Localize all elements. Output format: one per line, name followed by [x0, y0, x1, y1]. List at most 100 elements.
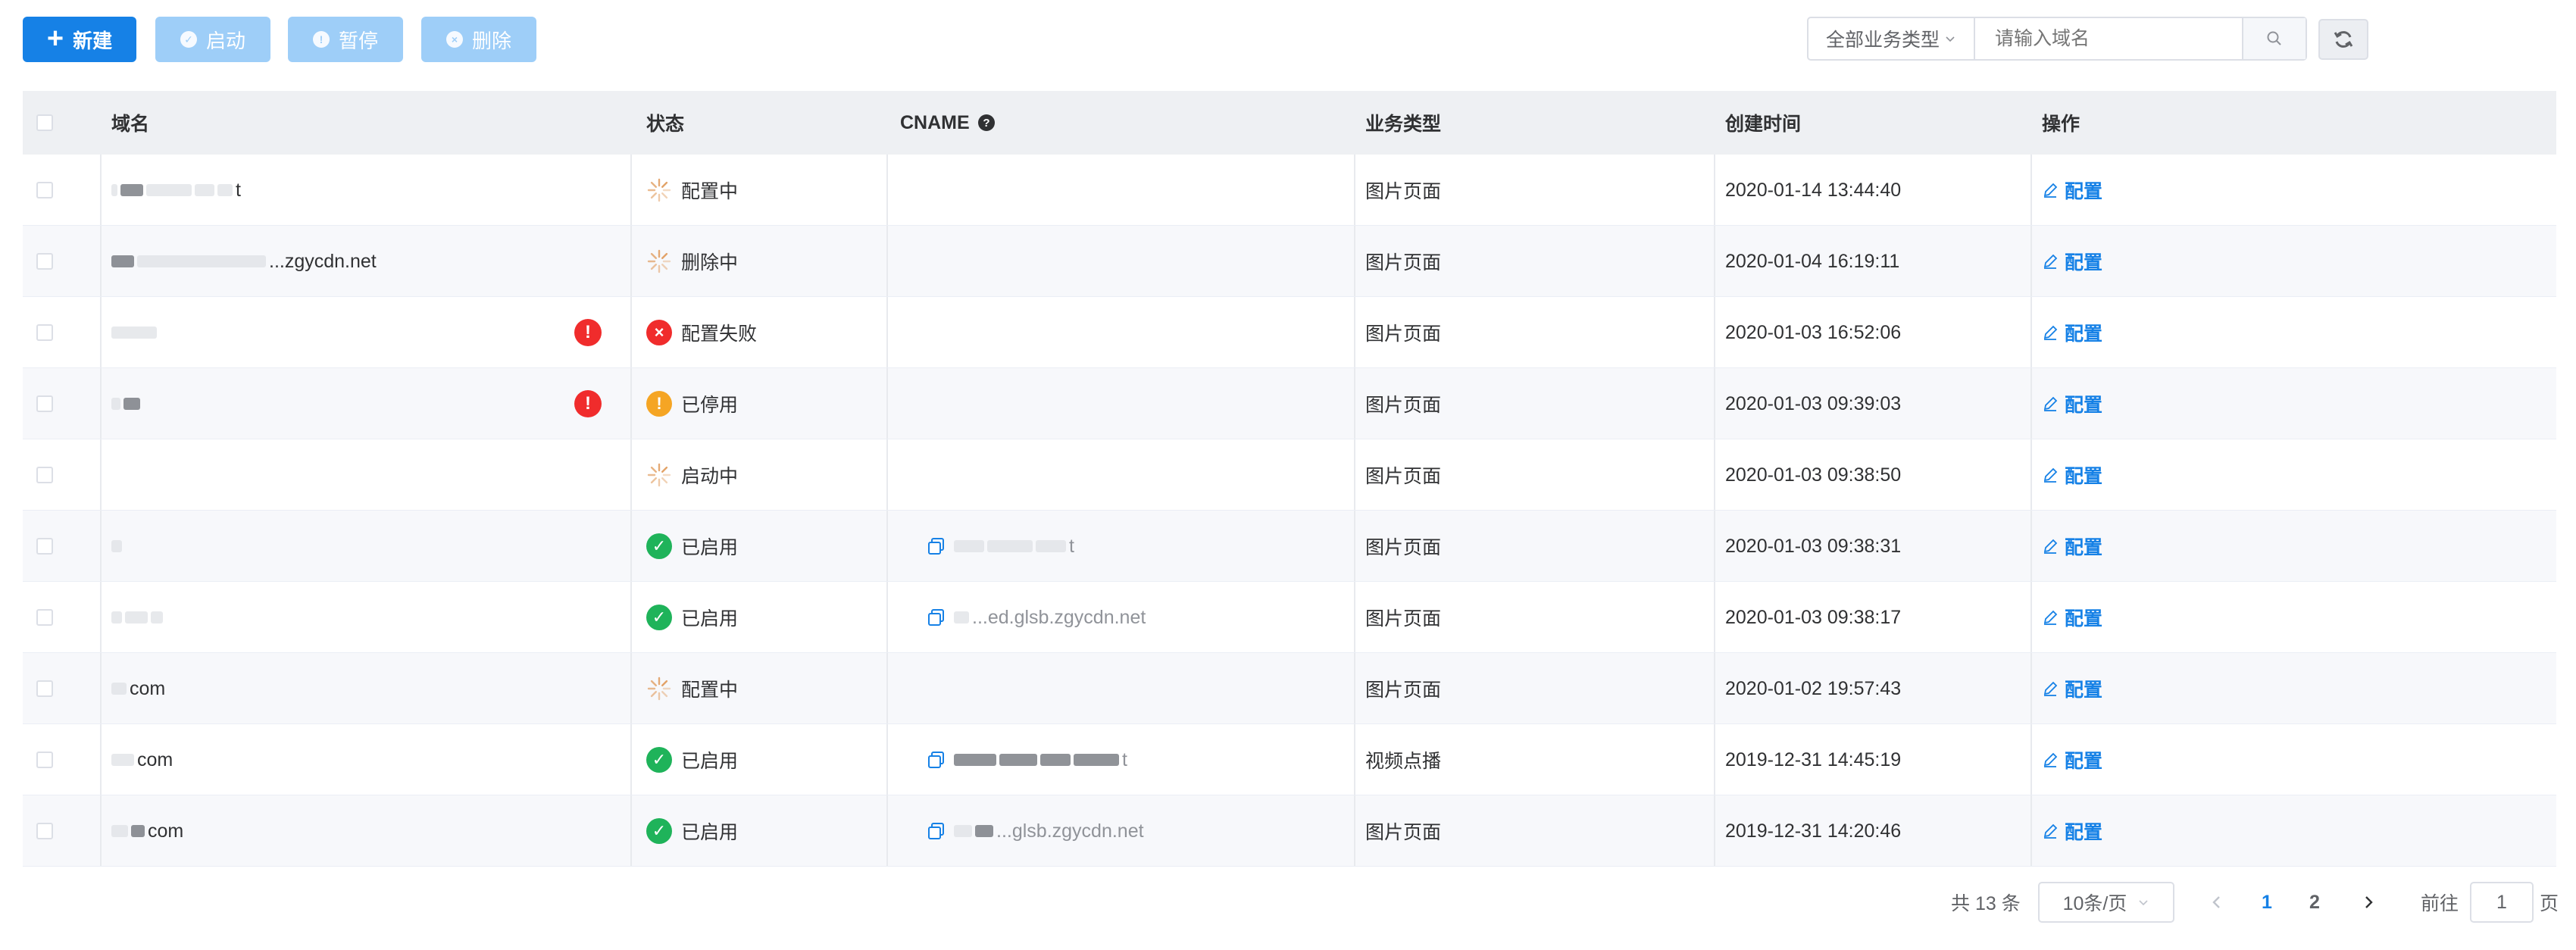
row-select-cell [36, 511, 53, 582]
column-separator [886, 439, 888, 510]
configure-link-label: 配置 [2065, 608, 2103, 630]
redacted-text [975, 825, 993, 837]
redacted-text [123, 398, 140, 410]
redacted-text [111, 825, 128, 837]
status-text: 配置失败 [681, 323, 758, 345]
created-time-cell: 2020-01-03 09:38:50 [1725, 464, 1902, 486]
redacted-text [111, 184, 117, 196]
new-button[interactable]: + 新建 [23, 17, 136, 62]
configure-link[interactable]: 配置 [2042, 177, 2102, 204]
cname-text: t [1069, 535, 1074, 557]
row-checkbox[interactable] [36, 324, 53, 341]
biz-type-select[interactable]: 全部业务类型 [1809, 18, 1975, 59]
status-text: 已启用 [681, 608, 739, 630]
row-checkbox[interactable] [36, 752, 53, 768]
prev-page-button[interactable] [2209, 882, 2225, 923]
pagination-total: 共 13 条 [1951, 893, 2021, 914]
domain-text: ...zgycdn.net [269, 250, 377, 272]
row-select-cell [36, 155, 53, 226]
configure-link[interactable]: 配置 [2042, 461, 2102, 489]
domain-text: t [236, 179, 241, 201]
domain-cell [111, 511, 125, 582]
column-separator [1354, 795, 1355, 866]
search-button[interactable] [2242, 18, 2306, 59]
configure-link[interactable]: 配置 [2042, 817, 2102, 845]
domain-cell: t [111, 155, 241, 226]
edit-icon [2043, 325, 2058, 340]
row-checkbox[interactable] [36, 395, 53, 412]
row-checkbox[interactable] [36, 538, 53, 555]
row-select-cell [36, 795, 53, 867]
column-separator [1354, 582, 1355, 652]
column-separator [1714, 155, 1715, 225]
refresh-button[interactable] [2318, 19, 2368, 60]
row-select-cell [36, 368, 53, 439]
redacted-text [1036, 540, 1066, 552]
configure-link[interactable]: 配置 [2042, 390, 2102, 417]
copy-icon[interactable] [927, 536, 946, 556]
table-row: !! 已停用 图片页面 2020-01-03 09:39:03 配置 [23, 368, 2556, 439]
biz-type-cell: 视频点播 [1365, 751, 1442, 772]
column-separator [630, 368, 632, 439]
configure-link[interactable]: 配置 [2042, 319, 2102, 346]
page-size-select[interactable]: 10条/页 [2038, 882, 2174, 923]
cname-cell: t [927, 511, 1074, 582]
action-cell: 配置 [2042, 439, 2102, 511]
goto-page-input[interactable]: 1 [2470, 882, 2534, 923]
row-checkbox[interactable] [36, 182, 53, 198]
cname-cell: ...glsb.zgycdn.net [927, 795, 1144, 867]
row-checkbox[interactable] [36, 467, 53, 483]
action-cell: 配置 [2042, 155, 2102, 226]
page-1-button[interactable]: 1 [2262, 882, 2272, 923]
row-checkbox[interactable] [36, 609, 53, 626]
copy-icon[interactable] [927, 750, 946, 770]
delete-button[interactable]: × 删除 [421, 17, 536, 62]
start-button[interactable]: ✓ 启动 [155, 17, 270, 62]
domain-search-input[interactable] [1975, 18, 2242, 59]
error-badge-icon[interactable]: ! [574, 390, 602, 417]
row-checkbox[interactable] [36, 253, 53, 270]
column-separator [100, 582, 102, 652]
column-separator [886, 226, 888, 296]
edit-icon [2043, 681, 2058, 696]
status-cell: ✓ 已启用 [646, 511, 738, 582]
status-cell: 启动中 [646, 439, 738, 511]
column-separator [100, 439, 102, 510]
cname-text: ...glsb.zgycdn.net [996, 820, 1144, 842]
header-status: 状态 [646, 114, 685, 135]
edit-icon [2043, 823, 2058, 839]
redacted-text [111, 683, 127, 695]
question-circle-icon[interactable]: ? [977, 114, 996, 132]
configure-link[interactable]: 配置 [2042, 604, 2102, 631]
row-checkbox[interactable] [36, 680, 53, 697]
column-separator [2030, 724, 2032, 795]
refresh-icon [2334, 31, 2353, 48]
edit-icon [2043, 539, 2058, 554]
configure-link[interactable]: 配置 [2042, 746, 2102, 773]
configure-link[interactable]: 配置 [2042, 248, 2102, 275]
redacted-text [954, 540, 984, 552]
created-time-cell: 2019-12-31 14:45:19 [1725, 748, 1902, 770]
error-badge-icon[interactable]: ! [574, 319, 602, 346]
configure-link[interactable]: 配置 [2042, 533, 2102, 560]
redacted-text [120, 184, 143, 196]
copy-icon[interactable] [927, 821, 946, 841]
next-page-button[interactable] [2360, 882, 2377, 923]
status-text: 删除中 [681, 252, 739, 273]
status-cell: ! 已停用 [646, 368, 738, 439]
row-checkbox[interactable] [36, 823, 53, 839]
copy-icon[interactable] [927, 608, 946, 627]
page-2-button[interactable]: 2 [2309, 882, 2320, 923]
select-all-checkbox[interactable] [36, 114, 53, 131]
chevron-down-icon [2139, 900, 2148, 906]
configure-link-label: 配置 [2065, 466, 2103, 487]
created-time-cell: 2020-01-14 13:44:40 [1725, 179, 1902, 201]
pause-button[interactable]: ! 暂停 [288, 17, 403, 62]
configure-link-label: 配置 [2065, 537, 2103, 558]
column-separator [100, 368, 102, 439]
goto-page-suffix: 页 [2540, 893, 2559, 914]
status-text: 已启用 [681, 822, 739, 843]
header-cname: CNAME ? [900, 91, 996, 155]
biz-type-cell: 图片页面 [1365, 323, 1442, 345]
configure-link[interactable]: 配置 [2042, 675, 2102, 702]
